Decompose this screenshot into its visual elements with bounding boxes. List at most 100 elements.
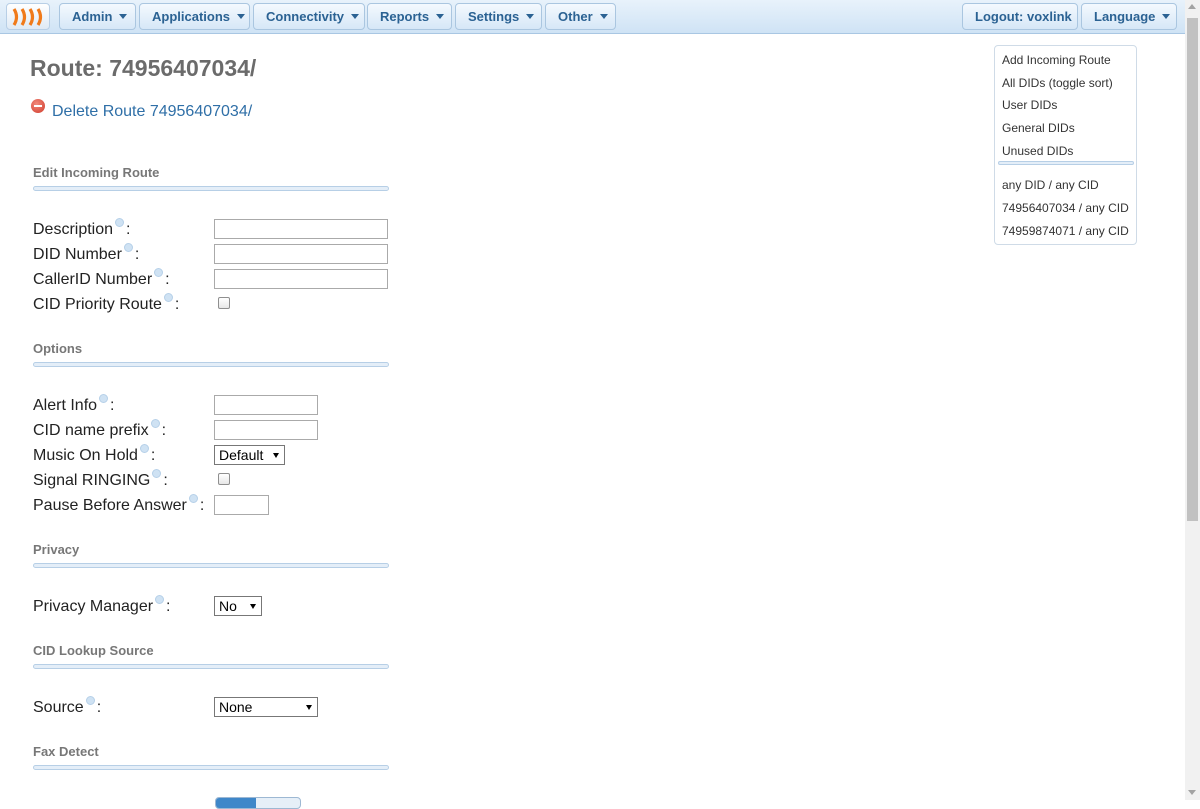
sidebar-item-unused-dids[interactable]: Unused DIDs <box>1002 144 1073 158</box>
dropdown-arrow-icon <box>273 453 279 458</box>
source-label: Source: <box>33 696 101 717</box>
section-title-privacy: Privacy <box>33 542 80 557</box>
privacy-manager-select[interactable]: No <box>214 596 262 616</box>
chevron-down-icon <box>436 14 445 20</box>
section-divider <box>33 362 389 367</box>
sidebar-route-item[interactable]: 74956407034 / any CID <box>1002 201 1129 215</box>
music-on-hold-select[interactable]: Default <box>214 445 285 465</box>
nav-menu-settings[interactable]: Settings <box>455 3 542 30</box>
label-text: Pause Before Answer <box>33 497 187 514</box>
label-text: CallerID Number <box>33 271 153 288</box>
callerid-number-label: CallerID Number: <box>33 268 170 289</box>
help-icon[interactable] <box>188 494 198 503</box>
freepbx-logo-icon[interactable] <box>6 3 50 30</box>
nav-menu-label: Admin <box>72 9 113 24</box>
label-text: Signal RINGING <box>33 472 151 489</box>
music-on-hold-label: Music On Hold: <box>33 444 155 465</box>
section-title-edit: Edit Incoming Route <box>33 165 160 180</box>
language-label: Language <box>1094 9 1156 24</box>
help-icon[interactable] <box>115 218 125 227</box>
page-title: Route: 74956407034/ <box>30 55 257 81</box>
section-title-options: Options <box>33 341 83 356</box>
dropdown-arrow-icon <box>306 705 312 710</box>
nav-menu-admin[interactable]: Admin <box>59 3 136 30</box>
chevron-down-icon <box>119 14 128 20</box>
description-label: Description: <box>33 218 130 239</box>
did-number-label: DID Number: <box>33 243 139 264</box>
section-divider <box>33 186 389 191</box>
did-number-input[interactable] <box>214 244 388 264</box>
chevron-down-icon <box>351 14 360 20</box>
description-input[interactable] <box>214 219 388 239</box>
label-text: Music On Hold <box>33 447 138 464</box>
sidebar-route-item[interactable]: 74959874071 / any CID <box>1002 224 1129 238</box>
nav-menu-other[interactable]: Other <box>545 3 616 30</box>
signal-ringing-label: Signal RINGING: <box>33 469 168 490</box>
chevron-down-icon <box>599 14 608 20</box>
help-icon[interactable] <box>154 268 164 277</box>
label-text: CID Priority Route <box>33 296 162 313</box>
nav-menu-label: Settings <box>468 9 520 24</box>
chevron-down-icon <box>526 14 535 20</box>
delete-route-link[interactable]: Delete Route 74956407034/ <box>31 99 253 121</box>
nav-menu-label: Applications <box>152 9 231 24</box>
sidebar-divider <box>998 161 1134 165</box>
pause-before-answer-label: Pause Before Answer: <box>33 494 204 515</box>
help-icon[interactable] <box>152 469 162 478</box>
help-icon[interactable] <box>163 293 173 302</box>
delete-route-label: Delete Route 74956407034/ <box>52 103 253 120</box>
source-select[interactable]: None <box>214 697 318 717</box>
cid-name-prefix-label: CID name prefix: <box>33 419 166 440</box>
chevron-down-icon <box>237 14 246 20</box>
help-icon[interactable] <box>123 243 133 252</box>
logout-button[interactable]: Logout: voxlink <box>962 3 1078 30</box>
section-divider <box>33 765 389 770</box>
scrollbar-thumb[interactable] <box>1187 18 1198 521</box>
nav-menu-label: Reports <box>380 9 430 24</box>
signal-ringing-checkbox[interactable] <box>218 473 230 485</box>
select-value: None <box>219 699 253 715</box>
cid-priority-label: CID Priority Route: <box>33 293 179 314</box>
nav-menu-label: Connectivity <box>266 9 345 24</box>
nav-menu-label: Other <box>558 9 593 24</box>
label-text: Description <box>33 221 114 238</box>
label-text: DID Number <box>33 246 122 263</box>
sidebar-route-item[interactable]: any DID / any CID <box>1002 178 1099 192</box>
chevron-down-icon <box>1162 14 1171 20</box>
label-text: Privacy Manager <box>33 598 154 615</box>
delete-icon <box>31 99 45 113</box>
nav-menu-reports[interactable]: Reports <box>367 3 452 30</box>
nav-menu-connectivity[interactable]: Connectivity <box>253 3 365 30</box>
cid-name-prefix-input[interactable] <box>214 420 318 440</box>
sidebar-item-all-dids[interactable]: All DIDs (toggle sort) <box>1002 76 1113 90</box>
pause-before-answer-input[interactable] <box>214 495 269 515</box>
logout-label: Logout: voxlink <box>975 9 1072 24</box>
label-text: CID name prefix <box>33 422 149 439</box>
label-text: Alert Info <box>33 397 98 414</box>
fax-detect-toggle[interactable] <box>215 797 301 809</box>
sidebar-item-user-dids[interactable]: User DIDs <box>1002 98 1057 112</box>
help-icon[interactable] <box>155 595 165 604</box>
privacy-manager-label: Privacy Manager: <box>33 595 171 616</box>
help-icon[interactable] <box>99 394 109 403</box>
help-icon[interactable] <box>150 419 160 428</box>
section-divider <box>33 664 389 669</box>
top-navbar: Admin Applications Connectivity Reports … <box>0 0 1185 34</box>
sidebar-item-add-incoming-route[interactable]: Add Incoming Route <box>1002 53 1111 67</box>
alert-info-input[interactable] <box>214 395 318 415</box>
section-title-cid-lookup: CID Lookup Source <box>33 643 154 658</box>
alert-info-label: Alert Info: <box>33 394 114 415</box>
dropdown-arrow-icon <box>250 604 256 609</box>
help-icon[interactable] <box>85 696 95 705</box>
sidebar-item-general-dids[interactable]: General DIDs <box>1002 121 1075 135</box>
incoming-routes-sidebar: Add Incoming Route All DIDs (toggle sort… <box>994 45 1137 245</box>
scroll-up-arrow-icon[interactable] <box>1188 4 1196 9</box>
language-menu[interactable]: Language <box>1081 3 1177 30</box>
section-title-fax-detect: Fax Detect <box>33 744 99 759</box>
callerid-number-input[interactable] <box>214 269 388 289</box>
nav-menu-applications[interactable]: Applications <box>139 3 250 30</box>
select-value: Default <box>219 447 264 463</box>
help-icon[interactable] <box>139 444 149 453</box>
scroll-down-arrow-icon[interactable] <box>1188 790 1196 795</box>
cid-priority-checkbox[interactable] <box>218 297 230 309</box>
